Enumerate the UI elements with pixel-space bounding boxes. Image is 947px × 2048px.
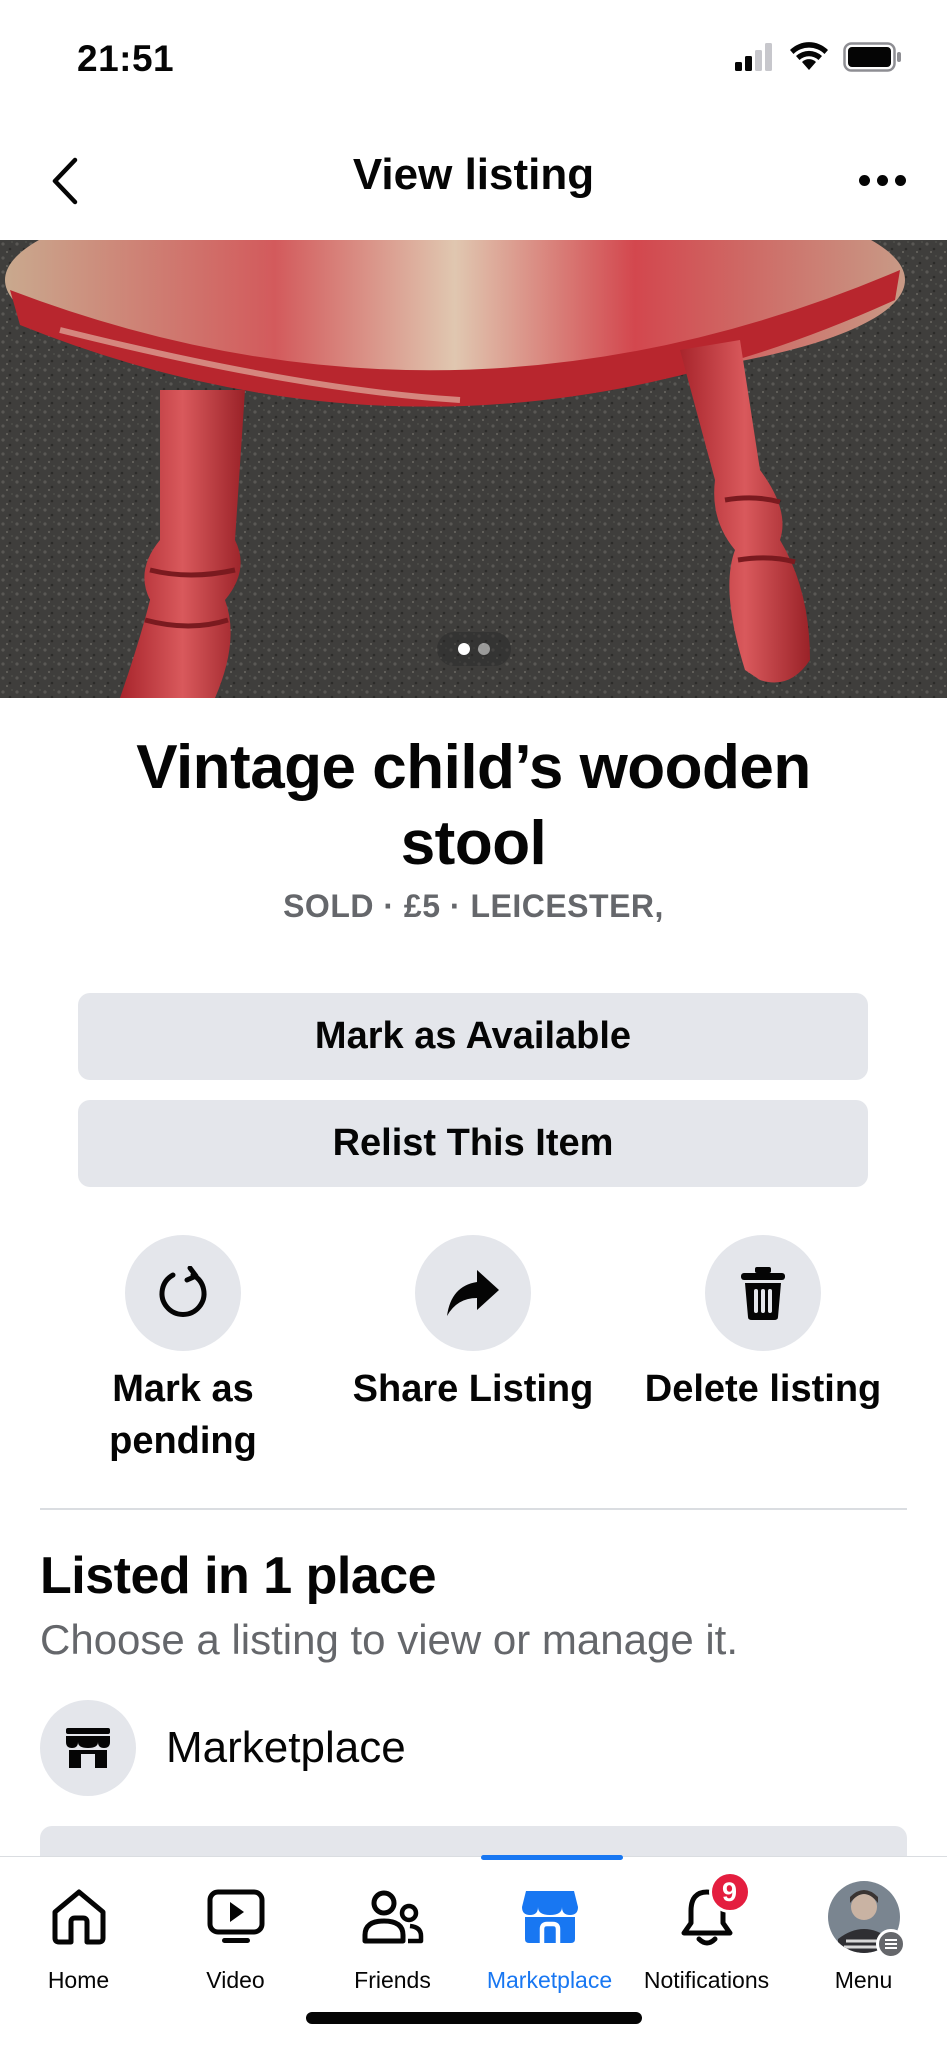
notification-count-badge: 9 bbox=[708, 1871, 751, 1913]
listing-photo[interactable] bbox=[0, 240, 947, 698]
nav-label: Marketplace bbox=[486, 1967, 613, 1993]
menu-icon bbox=[875, 1929, 906, 1959]
active-tab-indicator bbox=[481, 1855, 623, 1860]
share-arrow-icon bbox=[447, 1270, 499, 1316]
delete-listing-button[interactable]: Delete listing bbox=[618, 1235, 908, 1415]
action-label: Share Listing bbox=[352, 1368, 594, 1410]
page-title: View listing bbox=[352, 150, 595, 199]
status-bar: 21:51 bbox=[0, 0, 947, 120]
action-label: Mark as pending bbox=[109, 1368, 257, 1462]
mark-as-available-button[interactable]: Mark as Available bbox=[78, 993, 868, 1080]
listing-title: Vintage child’s wooden stool bbox=[136, 733, 811, 878]
marketplace-icon bbox=[521, 1891, 578, 1943]
home-indicator[interactable] bbox=[306, 2012, 642, 2024]
cellular-signal-icon bbox=[735, 43, 772, 71]
home-icon bbox=[52, 1889, 105, 1945]
nav-friends[interactable]: Friends bbox=[314, 1879, 471, 1999]
refresh-icon bbox=[159, 1266, 207, 1317]
relist-item-button[interactable]: Relist This Item bbox=[78, 1100, 868, 1187]
nav-home[interactable]: Home bbox=[0, 1879, 157, 1999]
nav-video[interactable]: Video bbox=[157, 1879, 314, 1999]
status-time: 21:51 bbox=[77, 38, 175, 79]
nav-menu[interactable]: Menu bbox=[785, 1879, 942, 1999]
nav-label: Home bbox=[47, 1967, 110, 1993]
storefront-icon bbox=[66, 1728, 110, 1768]
stool-photo bbox=[0, 240, 947, 698]
header: View listing bbox=[0, 120, 947, 240]
share-listing-button[interactable]: Share Listing bbox=[328, 1235, 618, 1415]
mark-as-pending-button[interactable]: Mark as pending bbox=[38, 1235, 328, 1467]
video-icon bbox=[207, 1889, 264, 1943]
place-marketplace[interactable]: Marketplace bbox=[40, 1700, 907, 1796]
listing-meta: SOLD · £5 · LEICESTER, bbox=[283, 888, 664, 924]
nav-label: Notifications bbox=[643, 1967, 770, 1993]
listing-actions: Mark as pending Share Listing Delete lis… bbox=[0, 1235, 947, 1475]
action-label: Delete listing bbox=[644, 1368, 882, 1410]
nav-label: Video bbox=[206, 1967, 265, 1993]
more-options-button[interactable] bbox=[847, 150, 917, 210]
trash-icon bbox=[741, 1267, 785, 1320]
listed-section-subtitle: Choose a listing to view or manage it. bbox=[40, 1616, 739, 1663]
wifi-icon bbox=[790, 42, 828, 70]
divider bbox=[40, 1508, 907, 1510]
nav-notifications[interactable]: 9 Notifications bbox=[628, 1871, 785, 1999]
listed-section-title: Listed in 1 place bbox=[40, 1547, 437, 1605]
battery-icon bbox=[843, 42, 901, 72]
nav-label: Menu bbox=[834, 1967, 893, 1993]
place-label: Marketplace bbox=[166, 1723, 406, 1772]
friends-icon bbox=[362, 1890, 423, 1944]
nav-marketplace[interactable]: Marketplace bbox=[471, 1879, 628, 1999]
more-horizontal-icon bbox=[858, 174, 870, 186]
status-icons bbox=[735, 42, 903, 72]
pager-dot-active bbox=[458, 643, 470, 655]
pager-dot bbox=[478, 643, 490, 655]
photo-pager bbox=[437, 632, 511, 666]
nav-label: Friends bbox=[354, 1967, 431, 1993]
